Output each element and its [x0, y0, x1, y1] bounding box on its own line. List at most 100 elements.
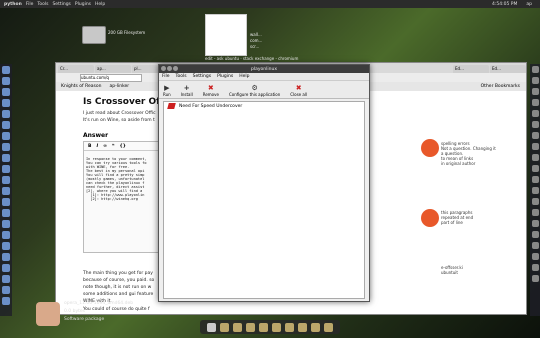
package-icon[interactable]	[36, 302, 60, 326]
launcher-icon[interactable]	[531, 253, 539, 260]
browser-tab[interactable]: Ed...	[490, 65, 526, 73]
launcher-icon[interactable]	[2, 220, 10, 228]
minimize-icon[interactable]	[167, 66, 172, 71]
launcher-icon[interactable]	[531, 242, 539, 249]
dock-icon[interactable]	[207, 322, 216, 332]
launcher-icon[interactable]	[531, 77, 539, 84]
launcher-icon[interactable]	[2, 209, 10, 217]
dock-icon[interactable]	[285, 322, 294, 332]
menu-settings[interactable]: Settings	[52, 2, 70, 7]
launcher-icon[interactable]	[2, 286, 10, 294]
user-avatar[interactable]	[421, 139, 439, 157]
launcher-icon[interactable]	[2, 231, 10, 239]
configure-button[interactable]: ⚙ Configure this application	[229, 84, 280, 97]
launcher-icon[interactable]	[2, 176, 10, 184]
italic-icon[interactable]: I	[96, 144, 98, 149]
menu-help[interactable]: Help	[95, 2, 105, 7]
browser-tab[interactable]: Ed...	[453, 65, 489, 73]
link-icon[interactable]: ∞	[103, 144, 107, 149]
launcher-icon[interactable]	[531, 110, 539, 117]
menu-tools[interactable]: Tools	[37, 2, 48, 7]
package-type: Software package	[64, 317, 105, 322]
dock-icon[interactable]	[272, 322, 281, 332]
dock-icon[interactable]	[246, 322, 255, 332]
launcher-icon[interactable]	[2, 198, 10, 206]
menu-help[interactable]: Help	[239, 74, 249, 79]
launcher-icon[interactable]	[2, 132, 10, 140]
user-avatar[interactable]	[421, 209, 439, 227]
comment-line: ubuntuit	[441, 270, 458, 275]
code-icon[interactable]: {}	[120, 144, 126, 149]
drive-icon[interactable]	[82, 26, 106, 44]
launcher-icon[interactable]	[531, 132, 539, 139]
browser-tab[interactable]: Cr...	[58, 65, 94, 73]
menu-file[interactable]: File	[26, 2, 34, 7]
launcher-icon[interactable]	[2, 264, 10, 272]
browser-tab[interactable]: ap...	[95, 65, 131, 73]
clock[interactable]: 4:54:05 PM	[492, 2, 517, 7]
launcher-icon[interactable]	[531, 220, 539, 227]
dock-icon[interactable]	[259, 322, 268, 332]
package-name: opera_11.00-1094_amd64.deb	[64, 301, 134, 306]
install-button[interactable]: + Install	[181, 84, 193, 97]
launcher-icon[interactable]	[2, 99, 10, 107]
launcher-icon[interactable]	[531, 209, 539, 216]
menu-file[interactable]: File	[162, 74, 170, 79]
launcher-icon[interactable]	[531, 121, 539, 128]
other-bookmarks[interactable]: Other Bookmarks	[481, 84, 526, 89]
run-button[interactable]: ▶ Run	[163, 84, 171, 97]
launcher-icon[interactable]	[531, 165, 539, 172]
app-name-label: Need For Speed Undercover	[179, 103, 243, 109]
dock-icon[interactable]	[220, 322, 229, 332]
menu-tools[interactable]: Tools	[176, 74, 187, 79]
menu-plugins[interactable]: Plugins	[217, 74, 233, 79]
launcher-icon[interactable]	[2, 165, 10, 173]
launcher-icon[interactable]	[2, 77, 10, 85]
menu-settings[interactable]: Settings	[193, 74, 211, 79]
bookmark-item[interactable]: Knights of Reason	[61, 84, 101, 89]
screenshot-thumbnail[interactable]	[205, 14, 247, 56]
dock-icon[interactable]	[298, 322, 307, 332]
launcher-icon[interactable]	[531, 143, 539, 150]
dock-icon[interactable]	[311, 322, 320, 332]
launcher-icon[interactable]	[2, 253, 10, 261]
launcher-icon[interactable]	[2, 121, 10, 129]
launcher-icon[interactable]	[531, 187, 539, 194]
maximize-icon[interactable]	[173, 66, 178, 71]
bold-icon[interactable]: B	[88, 144, 91, 149]
launcher-icon[interactable]	[531, 99, 539, 106]
launcher-icon[interactable]	[2, 88, 10, 96]
bookmark-item[interactable]: ap-linker	[109, 84, 129, 89]
dock-icon[interactable]	[233, 322, 242, 332]
launcher-icon[interactable]	[2, 154, 10, 162]
quote-icon[interactable]: ❝	[112, 144, 115, 149]
close-all-icon: ✖	[295, 84, 302, 92]
launcher-icon[interactable]	[531, 154, 539, 161]
remove-icon: ✖	[207, 84, 214, 92]
launcher-icon[interactable]	[2, 143, 10, 151]
dock-icon[interactable]	[324, 322, 333, 332]
app-name[interactable]: python	[4, 2, 22, 7]
list-item[interactable]: Need For Speed Undercover	[164, 102, 364, 110]
launcher-icon[interactable]	[2, 110, 10, 118]
configure-icon: ⚙	[251, 84, 258, 92]
installed-apps-list[interactable]: Need For Speed Undercover	[163, 101, 365, 299]
close-all-button[interactable]: ✖ Close all	[290, 84, 307, 97]
user-name[interactable]: ap	[526, 2, 532, 7]
launcher-icon[interactable]	[531, 176, 539, 183]
launcher-icon[interactable]	[2, 66, 10, 74]
launcher-icon[interactable]	[531, 198, 539, 205]
menu-plugins[interactable]: Plugins	[75, 2, 91, 7]
address-bar[interactable]: ubuntu.com/q	[80, 73, 142, 82]
launcher-icon[interactable]	[531, 264, 539, 271]
launcher-icon[interactable]	[531, 88, 539, 95]
launcher-icon[interactable]	[2, 297, 10, 305]
launcher-icon[interactable]	[2, 187, 10, 195]
launcher-icon[interactable]	[531, 231, 539, 238]
launcher-icon[interactable]	[531, 66, 539, 73]
close-icon[interactable]	[161, 66, 166, 71]
launcher-icon[interactable]	[531, 275, 539, 282]
launcher-icon[interactable]	[2, 275, 10, 283]
remove-button[interactable]: ✖ Remove	[203, 84, 219, 97]
launcher-icon[interactable]	[2, 242, 10, 250]
